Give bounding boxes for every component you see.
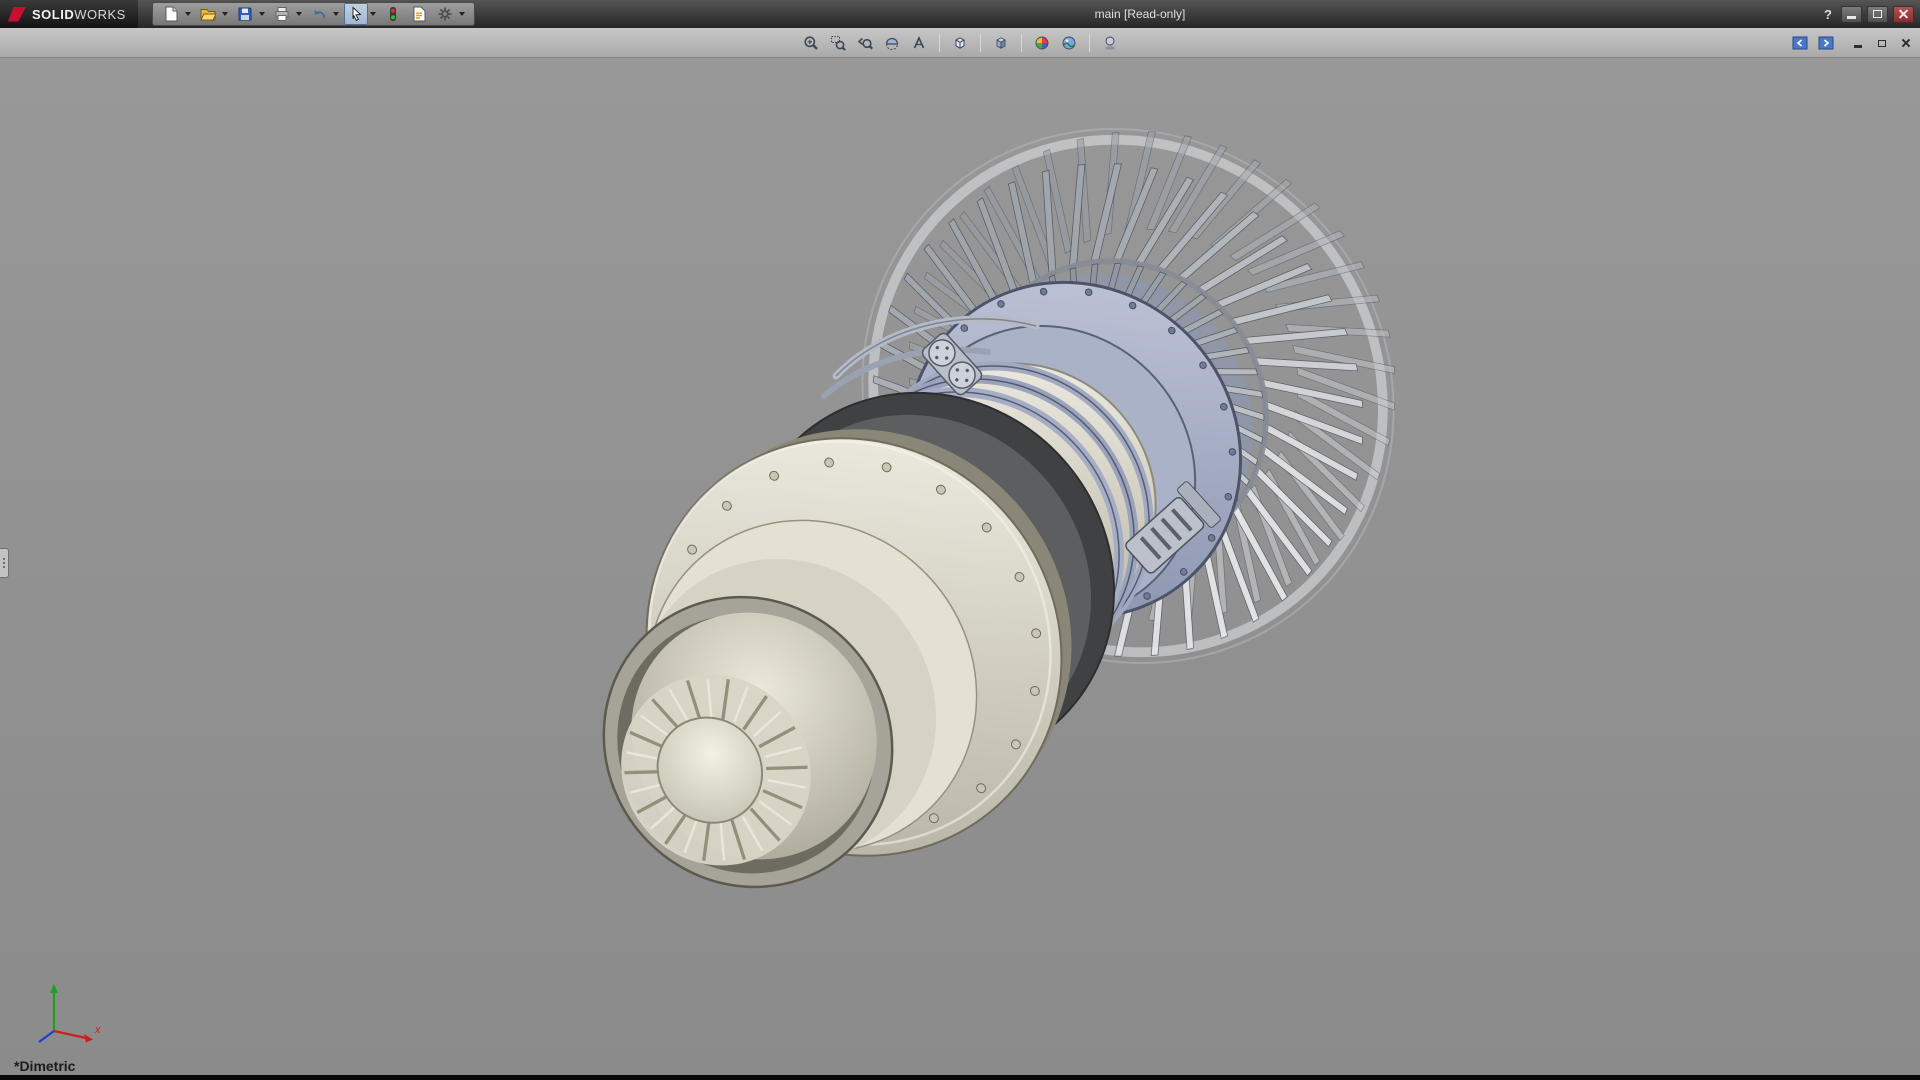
apply-scene-button[interactable]	[1057, 31, 1081, 55]
edit-appearance-icon	[1034, 35, 1050, 51]
minimize-button[interactable]	[1841, 6, 1862, 23]
engine-assembly	[544, 58, 1503, 946]
view-settings-button[interactable]	[1098, 31, 1122, 55]
save-dropdown-arrow[interactable]	[259, 12, 265, 16]
toolbar-separator	[1021, 34, 1022, 52]
restore-icon	[1873, 10, 1882, 18]
section-view-button[interactable]	[880, 31, 904, 55]
print-icon	[274, 6, 290, 22]
feature-panel-splitter[interactable]	[0, 548, 9, 578]
rebuild-button[interactable]	[381, 3, 405, 25]
zoom-fit-icon	[803, 35, 819, 51]
doc-close-icon	[1901, 38, 1911, 48]
doc-minimize-icon	[1854, 45, 1862, 48]
zoom-area-icon	[830, 35, 846, 51]
open-icon	[200, 6, 216, 22]
solidworks-window: SOLIDWORKS main [Read-only] ?	[0, 0, 1920, 1080]
save-icon	[237, 6, 253, 22]
save-button[interactable]	[233, 3, 257, 25]
titlebar: SOLIDWORKS main [Read-only] ?	[0, 0, 1920, 28]
solidworks-logo-text: SOLIDWORKS	[32, 7, 126, 22]
triad-z-axis	[39, 1031, 54, 1042]
heads-up-toolbar-bar	[0, 28, 1920, 58]
previous-view-button[interactable]	[853, 31, 877, 55]
select-dropdown-arrow[interactable]	[370, 12, 376, 16]
display-style-icon	[993, 35, 1009, 51]
previous-view-icon	[857, 35, 873, 51]
pane-toggles	[1788, 31, 1838, 55]
restore-button[interactable]	[1867, 6, 1888, 23]
toolbar-separator	[980, 34, 981, 52]
rebuild-icon	[385, 6, 401, 22]
annotation-views-button[interactable]	[907, 31, 931, 55]
document-window-controls	[1788, 28, 1915, 58]
toolbar-separator	[1089, 34, 1090, 52]
main-toolbar	[152, 2, 475, 26]
new-button[interactable]	[159, 3, 183, 25]
solidworks-logo: SOLIDWORKS	[0, 0, 138, 28]
annotation-views-icon	[911, 35, 927, 51]
file-properties-icon	[411, 6, 427, 22]
view-orientation-button[interactable]	[948, 31, 972, 55]
view-orientation-icon	[952, 35, 968, 51]
undo-dropdown-arrow[interactable]	[333, 12, 339, 16]
new-dropdown-arrow[interactable]	[185, 12, 191, 16]
graphics-viewport[interactable]: x *Dimetric	[0, 58, 1920, 1075]
close-icon	[1898, 9, 1909, 20]
options-button[interactable]	[433, 3, 457, 25]
heads-up-view-toolbar	[799, 31, 1122, 55]
minimize-icon	[1847, 16, 1856, 19]
doc-minimize-button[interactable]	[1849, 36, 1867, 51]
section-view-icon	[884, 35, 900, 51]
undo-icon	[311, 6, 327, 22]
help-button[interactable]: ?	[1820, 7, 1836, 22]
toggle-left-pane-button[interactable]	[1788, 31, 1812, 55]
display-style-button[interactable]	[989, 31, 1013, 55]
select-cursor-icon	[348, 6, 364, 22]
file-properties-button[interactable]	[407, 3, 431, 25]
triad-x-arrowhead	[84, 1034, 93, 1043]
options-dropdown-arrow[interactable]	[459, 12, 465, 16]
apply-scene-icon	[1061, 35, 1077, 51]
triad-x-label: x	[94, 1024, 101, 1036]
solidworks-logo-icon	[8, 7, 26, 22]
logo-text-bold: SOLID	[32, 7, 74, 22]
document-title: main [Read-only]	[1095, 7, 1186, 21]
view-orientation-label: *Dimetric	[14, 1058, 75, 1074]
doc-close-button[interactable]	[1897, 36, 1915, 51]
options-icon	[437, 6, 453, 22]
open-dropdown-arrow[interactable]	[222, 12, 228, 16]
titlebar-controls: ?	[1820, 0, 1914, 28]
close-button[interactable]	[1893, 6, 1914, 23]
turbine-engine-model[interactable]	[0, 58, 1920, 1075]
doc-restore-icon	[1878, 40, 1886, 47]
edit-appearance-button[interactable]	[1030, 31, 1054, 55]
triad-y-arrowhead	[50, 984, 58, 993]
open-button[interactable]	[196, 3, 220, 25]
view-settings-icon	[1102, 35, 1118, 51]
print-button[interactable]	[270, 3, 294, 25]
toggle-right-pane-button[interactable]	[1814, 31, 1838, 55]
zoom-to-area-button[interactable]	[826, 31, 850, 55]
orientation-triad: x	[26, 977, 110, 1049]
toolbar-separator	[939, 34, 940, 52]
pane-left-icon	[1792, 35, 1808, 51]
pane-right-icon	[1818, 35, 1834, 51]
print-dropdown-arrow[interactable]	[296, 12, 302, 16]
logo-text-light: WORKS	[74, 7, 126, 22]
doc-restore-button[interactable]	[1873, 36, 1891, 51]
bottom-strip	[0, 1075, 1920, 1080]
new-icon	[163, 6, 179, 22]
select-button[interactable]	[344, 3, 368, 25]
triad-x-axis	[54, 1031, 86, 1038]
undo-button[interactable]	[307, 3, 331, 25]
zoom-to-fit-button[interactable]	[799, 31, 823, 55]
